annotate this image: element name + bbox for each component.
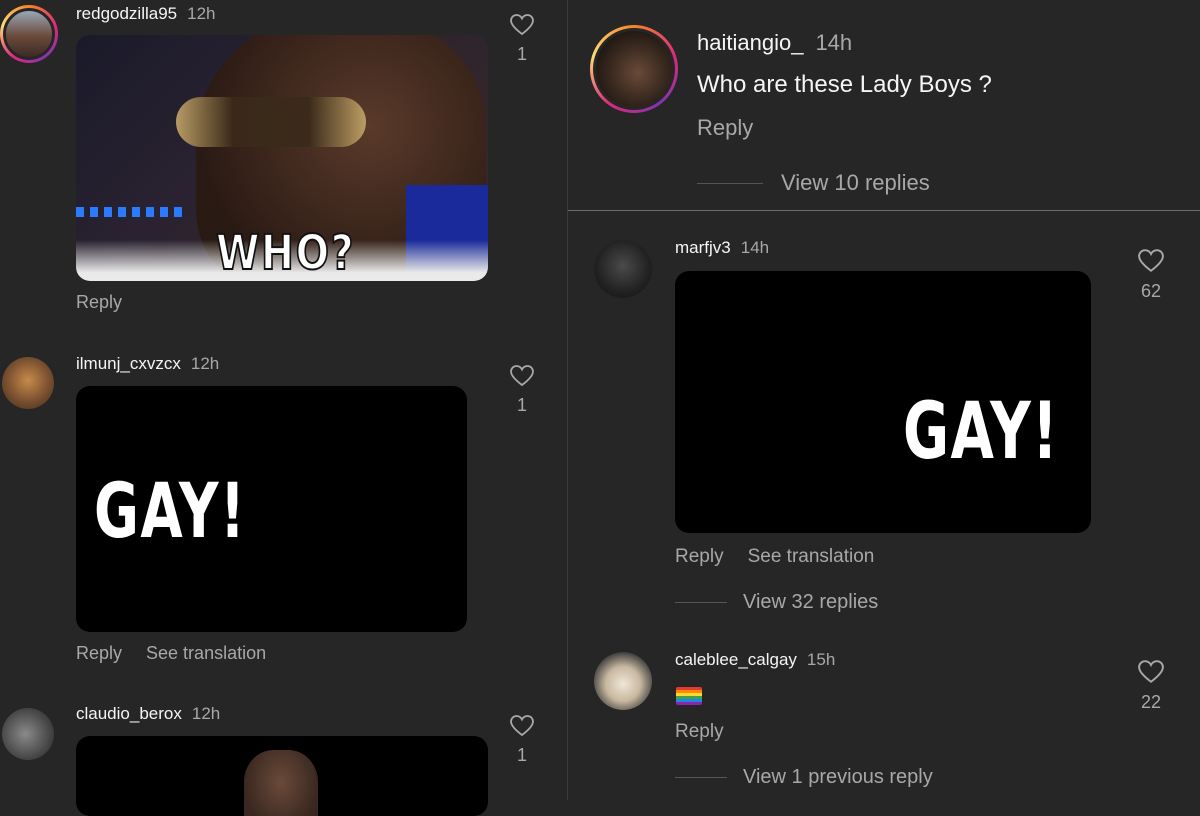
like-count: 1 bbox=[516, 745, 527, 765]
like-area: 62 bbox=[1131, 249, 1171, 302]
reply-button[interactable]: Reply bbox=[76, 292, 122, 312]
avatar[interactable] bbox=[590, 25, 678, 113]
view-replies-button[interactable]: View 32 replies bbox=[675, 591, 878, 614]
comment-header: marfjv3 14h bbox=[675, 238, 769, 258]
column-divider bbox=[567, 0, 568, 800]
rainbow-flag-icon bbox=[676, 687, 702, 705]
comment-actions: Reply See translation bbox=[675, 546, 898, 568]
like-count: 62 bbox=[1140, 281, 1162, 301]
comment-header: redgodzilla95 12h bbox=[76, 4, 216, 24]
like-area: 1 bbox=[502, 715, 542, 766]
timestamp: 12h bbox=[190, 354, 220, 373]
like-count: 1 bbox=[516, 395, 527, 415]
heart-icon[interactable] bbox=[1138, 249, 1164, 273]
see-translation-button[interactable]: See translation bbox=[748, 546, 875, 567]
heart-icon[interactable] bbox=[1138, 660, 1164, 684]
like-count: 22 bbox=[1140, 692, 1162, 712]
avatar[interactable] bbox=[2, 357, 54, 409]
gif-caption: GAY! bbox=[94, 466, 247, 555]
gif-attachment[interactable] bbox=[76, 736, 488, 816]
comment-actions: Reply See translation bbox=[76, 643, 290, 664]
username[interactable]: haitiangio_ bbox=[697, 30, 803, 55]
timestamp: 15h bbox=[806, 650, 836, 669]
thread-line bbox=[697, 182, 763, 184]
reply-button[interactable]: Reply bbox=[675, 721, 724, 742]
like-area: 22 bbox=[1131, 660, 1171, 713]
timestamp: 14h bbox=[740, 238, 770, 257]
username[interactable]: claudio_berox bbox=[76, 704, 182, 723]
gif-caption: WHO? bbox=[215, 224, 356, 281]
username[interactable]: marfjv3 bbox=[675, 238, 731, 257]
avatar[interactable] bbox=[0, 5, 58, 63]
timestamp: 14h bbox=[815, 30, 853, 55]
username[interactable]: redgodzilla95 bbox=[76, 4, 177, 23]
comment-actions: Reply bbox=[675, 721, 748, 743]
gif-figure bbox=[244, 750, 318, 816]
comment-text: Who are these Lady Boys ? bbox=[697, 71, 992, 98]
gif-attachment[interactable]: GAY! bbox=[76, 386, 467, 632]
avatar[interactable] bbox=[594, 240, 652, 298]
username[interactable]: caleblee_calgay bbox=[675, 650, 797, 669]
heart-icon[interactable] bbox=[510, 14, 534, 36]
username[interactable]: ilmunj_cxvzcx bbox=[76, 354, 181, 373]
gif-attachment[interactable]: WHO? bbox=[76, 35, 488, 281]
like-area: 1 bbox=[502, 14, 542, 65]
timestamp: 12h bbox=[187, 4, 216, 23]
reply-button[interactable]: Reply bbox=[76, 643, 122, 663]
avatar[interactable] bbox=[2, 708, 54, 760]
view-replies-button[interactable]: View 1 previous reply bbox=[675, 766, 933, 789]
avatar[interactable] bbox=[594, 652, 652, 710]
view-replies-label: View 32 replies bbox=[743, 591, 879, 613]
like-count: 1 bbox=[516, 44, 527, 64]
heart-icon[interactable] bbox=[510, 365, 534, 387]
timestamp: 12h bbox=[191, 704, 221, 723]
see-translation-button[interactable]: See translation bbox=[146, 643, 266, 663]
comment-header: haitiangio_ 14h bbox=[697, 30, 852, 56]
comment-header: ilmunj_cxvzcx 12h bbox=[76, 354, 219, 374]
gif-caption: GAY! bbox=[903, 387, 1060, 477]
view-replies-label: View 1 previous reply bbox=[743, 766, 933, 788]
view-replies-button[interactable]: View 10 replies bbox=[697, 170, 930, 196]
heart-icon[interactable] bbox=[510, 715, 534, 737]
thread-line bbox=[675, 602, 727, 603]
gif-sunglasses bbox=[176, 97, 366, 147]
reply-button[interactable]: Reply bbox=[697, 115, 753, 140]
like-area: 1 bbox=[502, 365, 542, 416]
gif-lights bbox=[76, 207, 186, 217]
reply-button[interactable]: Reply bbox=[675, 546, 724, 567]
thread-line bbox=[675, 777, 727, 778]
comment-actions: Reply bbox=[697, 115, 777, 141]
gif-attachment[interactable]: GAY! bbox=[675, 271, 1091, 533]
comment-header: caleblee_calgay 15h bbox=[675, 650, 835, 670]
comment-divider bbox=[568, 210, 1200, 211]
comment-header: claudio_berox 12h bbox=[76, 704, 220, 724]
comment-actions: Reply bbox=[76, 292, 146, 313]
view-replies-label: View 10 replies bbox=[781, 170, 930, 195]
